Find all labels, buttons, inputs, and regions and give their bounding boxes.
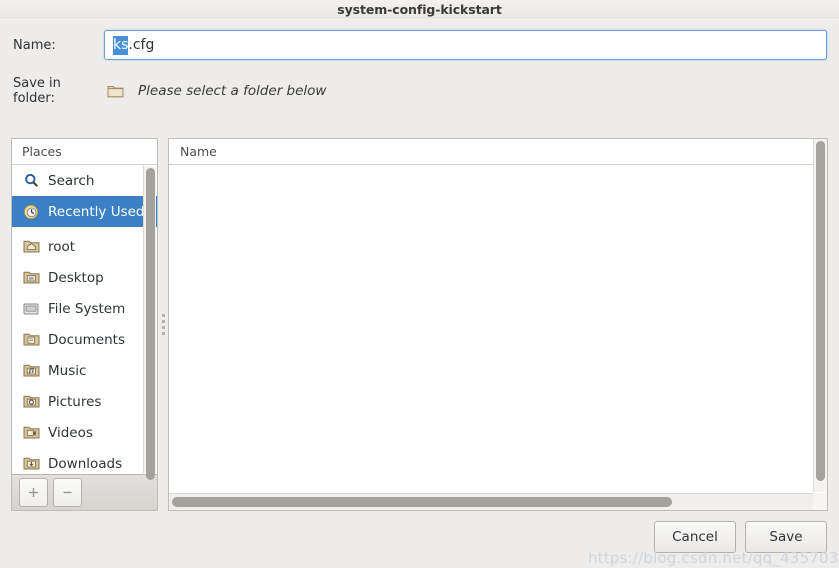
sidebar-item-pictures[interactable]: Pictures [12,386,157,417]
drive-icon [21,300,41,318]
file-vertical-scrollbar-thumb[interactable] [816,141,825,481]
filename-rest-text: .cfg [128,37,155,53]
sidebar-item-file-system[interactable]: File System [12,293,157,324]
file-horizontal-scrollbar-thumb[interactable] [172,497,672,507]
save-in-folder-value: Please select a folder below [138,83,327,99]
name-row: Name: ks .cfg [0,29,839,61]
sidebar-item-label: Recently Used [48,203,145,220]
remove-bookmark-button[interactable] [53,478,82,507]
name-label: Name: [13,37,56,53]
places-footer-toolbar [12,474,157,510]
save-in-folder-label: Save in folder: [13,76,61,106]
file-list-pane: Name [168,138,828,511]
places-vertical-scrollbar[interactable] [143,166,156,480]
sidebar-item-search[interactable]: Search [12,165,157,196]
videos-folder-icon [21,424,41,442]
pane-splitter[interactable] [158,138,168,511]
sidebar-item-label: File System [48,300,126,317]
documents-folder-icon [21,331,41,349]
window-title: system-config-kickstart [337,2,502,17]
search-icon [21,172,41,190]
sidebar-item-label: Downloads [48,455,123,472]
save-file-dialog: Name: ks .cfg Save in folder: Please sele… [0,18,839,568]
filename-input[interactable]: ks .cfg [104,30,827,60]
sidebar-item-label: root [48,238,76,255]
filename-selected-text: ks [113,35,129,55]
file-browser-panes: Places Search Recently Used root Desktop… [11,138,828,511]
file-horizontal-scrollbar[interactable] [169,493,827,510]
sidebar-item-label: Pictures [48,393,102,410]
sidebar-item-label: Documents [48,331,125,348]
places-pane: Places Search Recently Used root Desktop… [11,138,158,511]
folder-icon [104,84,126,99]
downloads-folder-icon [21,455,41,473]
places-list[interactable]: Search Recently Used root Desktop File S… [12,165,157,474]
music-folder-icon [21,362,41,380]
places-header: Places [12,139,157,165]
sidebar-item-downloads[interactable]: Downloads [12,448,157,474]
watermark-text: https://blog.csdn.net/qq_43570369 [588,549,839,567]
sidebar-item-label: Desktop [48,269,104,286]
sidebar-item-label: Search [48,172,95,189]
file-list-body[interactable] [169,166,813,492]
home-folder-icon [21,238,41,256]
file-column-header-name[interactable]: Name [169,139,827,165]
save-in-folder-row: Save in folder: Please select a folder b… [0,76,839,106]
desktop-folder-icon [21,269,41,287]
add-bookmark-button[interactable] [19,478,48,507]
sidebar-item-recently-used[interactable]: Recently Used [12,196,157,227]
window-titlebar: system-config-kickstart [0,0,839,18]
scrollbar-corner [813,493,827,510]
places-scrollbar-thumb[interactable] [146,168,155,480]
sidebar-item-videos[interactable]: Videos [12,417,157,448]
sidebar-item-documents[interactable]: Documents [12,324,157,355]
sidebar-item-label: Music [48,362,87,379]
sidebar-item-desktop[interactable]: Desktop [12,262,157,293]
splitter-grip-icon [161,314,165,335]
sidebar-item-root[interactable]: root [12,231,157,262]
pictures-folder-icon [21,393,41,411]
sidebar-item-music[interactable]: Music [12,355,157,386]
file-vertical-scrollbar[interactable] [813,139,827,492]
recent-clock-icon [21,203,41,221]
sidebar-item-label: Videos [48,424,93,441]
